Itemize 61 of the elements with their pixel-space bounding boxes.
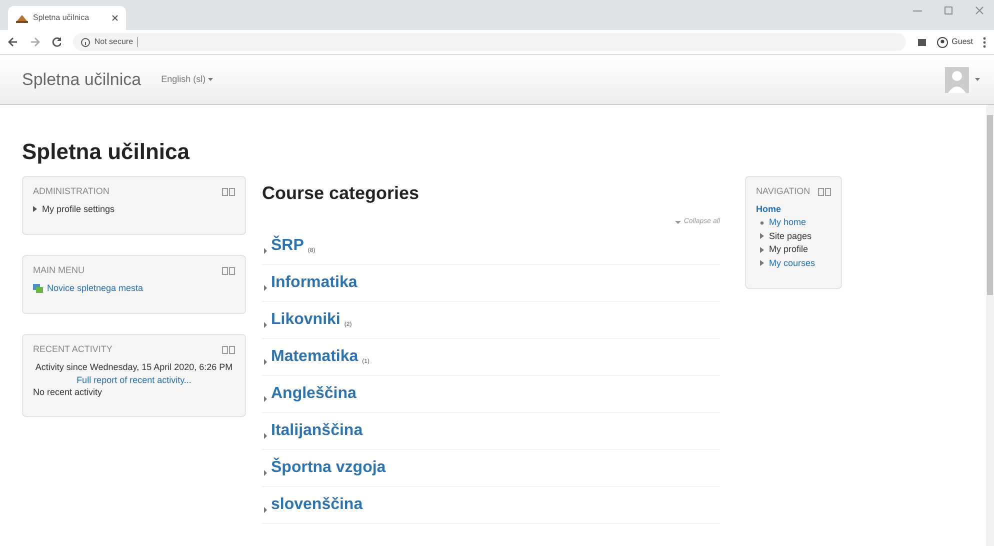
- profile-label[interactable]: Guest: [952, 36, 973, 48]
- browser-tab[interactable]: Spletna učilnica: [8, 6, 126, 30]
- expand-arrow-icon[interactable]: [264, 396, 267, 402]
- block-title: MAIN MENU: [33, 264, 84, 277]
- no-activity-text: No recent activity: [33, 386, 104, 398]
- dock-icon[interactable]: [222, 266, 235, 275]
- bullet-icon: [760, 220, 764, 225]
- info-icon[interactable]: [81, 38, 90, 46]
- scrollbar[interactable]: [986, 105, 994, 546]
- language-menu[interactable]: English (sl): [161, 72, 213, 86]
- nav-item[interactable]: Site pages: [769, 230, 812, 243]
- category-link[interactable]: Likovniki: [271, 308, 340, 332]
- hat-icon: [16, 14, 28, 22]
- block-title: ADMINISTRATION: [33, 185, 110, 198]
- expand-arrow-icon[interactable]: [264, 358, 267, 364]
- menu-icon[interactable]: [983, 36, 986, 48]
- menu-link[interactable]: Novice spletnega mesta: [47, 282, 144, 295]
- expand-arrow-icon[interactable]: [264, 284, 267, 290]
- activity-since-text: Activity since Wednesday, 15 April 2020, 6:26 PM: [34, 360, 234, 372]
- maximize-icon[interactable]: [944, 6, 953, 15]
- block-title: RECENT ACTIVITY: [33, 343, 112, 356]
- category-link[interactable]: ŠRP: [271, 234, 304, 258]
- dock-icon[interactable]: [222, 188, 235, 196]
- caret-icon[interactable]: [975, 78, 980, 81]
- forward-icon[interactable]: [30, 37, 40, 47]
- category-link[interactable]: Športna vzgoja: [271, 456, 386, 480]
- expand-arrow-icon[interactable]: [33, 206, 37, 212]
- category-link[interactable]: Italijanščina: [271, 418, 363, 442]
- dock-icon[interactable]: [818, 188, 832, 196]
- expand-arrow-icon[interactable]: [760, 233, 764, 240]
- nav-home-link[interactable]: Home: [756, 202, 832, 216]
- forum-icon: [33, 284, 43, 293]
- caret-icon: [674, 220, 681, 224]
- close-icon[interactable]: [112, 15, 118, 21]
- expand-arrow-icon[interactable]: [264, 506, 267, 512]
- back-icon[interactable]: [8, 37, 18, 47]
- nav-item[interactable]: My courses: [769, 256, 816, 270]
- category-link[interactable]: Informatika: [271, 270, 358, 294]
- category-link[interactable]: slovenščina: [271, 492, 363, 516]
- expand-arrow-icon[interactable]: [760, 246, 764, 253]
- address-bar[interactable]: Not secure: [73, 33, 906, 51]
- page-title: Spletna učilnica: [22, 138, 191, 166]
- full-report-link[interactable]: Full report of recent activity...: [76, 374, 192, 384]
- block-title: NAVIGATION: [756, 185, 810, 198]
- section-heading: Course categories: [262, 182, 420, 205]
- tab-title: Spletna učilnica: [33, 12, 90, 24]
- expand-arrow-icon[interactable]: [264, 432, 267, 438]
- nav-item[interactable]: My profile: [769, 243, 808, 256]
- dock-icon[interactable]: [222, 346, 235, 354]
- category-link[interactable]: Matematika: [271, 344, 358, 368]
- caret-icon: [208, 78, 213, 81]
- nav-item[interactable]: My home: [769, 216, 806, 230]
- menu-item[interactable]: My profile settings: [42, 202, 115, 216]
- reload-icon[interactable]: [52, 37, 62, 47]
- expand-arrow-icon[interactable]: [264, 322, 267, 328]
- expand-arrow-icon[interactable]: [760, 260, 764, 266]
- expand-arrow-icon[interactable]: [264, 470, 267, 476]
- expand-arrow-icon[interactable]: [264, 248, 267, 254]
- security-label: Not secure: [94, 36, 134, 48]
- category-link[interactable]: Angleščina: [271, 382, 356, 406]
- site-name-link[interactable]: Spletna učilnica: [22, 66, 142, 92]
